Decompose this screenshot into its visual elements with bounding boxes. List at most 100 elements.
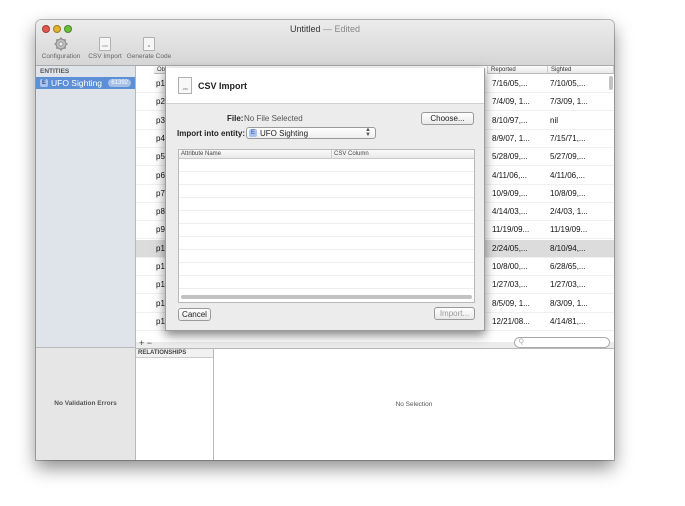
- column-header-csv-column[interactable]: CSV Column: [331, 150, 369, 159]
- relationships-header: RELATIONSHIPS: [136, 349, 213, 358]
- configuration-label: Configuration: [41, 53, 81, 60]
- entity-count-badge: 61392: [108, 79, 131, 87]
- cell-sighted: 7/10/05,...: [550, 79, 586, 88]
- cell-reported: 7/16/05,...: [492, 79, 528, 88]
- cell-reported: 10/8/00,...: [492, 262, 528, 271]
- mapping-row[interactable]: [179, 276, 474, 289]
- cell-sighted: 8/3/09, 1...: [550, 298, 588, 308]
- mapping-row[interactable]: [179, 224, 474, 237]
- cell-obj: p4: [156, 133, 165, 143]
- cell-obj: p1: [156, 280, 165, 290]
- mapping-table-scrollbar[interactable]: [181, 295, 472, 299]
- relationships-list[interactable]: RELATIONSHIPS: [136, 349, 214, 460]
- code-file-icon: M: [143, 37, 155, 51]
- cell-reported: 4/11/06,...: [492, 170, 527, 180]
- cell-obj: p6: [156, 170, 165, 180]
- cell-reported: 8/9/07, 1...: [492, 133, 530, 143]
- configuration-button[interactable]: Configuration: [38, 37, 84, 65]
- entity-icon: E: [40, 79, 48, 87]
- cell-obj: p8: [156, 207, 165, 217]
- cell-sighted: 4/11/06,...: [550, 170, 585, 180]
- no-selection-label: No Selection: [395, 401, 433, 408]
- no-validation-errors: No Validation Errors: [54, 400, 117, 407]
- cell-sighted: 7/3/09, 1...: [550, 97, 588, 107]
- cell-obj: p7: [156, 188, 165, 198]
- cell-obj: p1: [156, 316, 165, 326]
- title-bar: Untitled — Edited Configuration CSV CSV …: [36, 20, 614, 66]
- cancel-button[interactable]: Cancel: [178, 308, 211, 321]
- search-icon: Q: [519, 339, 524, 345]
- sidebar-item-ufo-sighting[interactable]: E UFO Sighting 61392: [36, 77, 135, 89]
- entity-select[interactable]: E UFO Sighting ▲ ▼: [246, 127, 376, 139]
- csv-import-sheet: .csv CSV Import File: No File Selected C…: [165, 68, 485, 331]
- generate-code-button[interactable]: M Generate Code: [126, 37, 172, 65]
- mapping-row[interactable]: [179, 237, 474, 250]
- search-input[interactable]: Q: [514, 337, 610, 348]
- window-title-text: Untitled: [289, 24, 321, 34]
- sheet-title: CSV Import: [198, 81, 248, 91]
- mapping-row[interactable]: [179, 211, 474, 224]
- mapping-row[interactable]: [179, 185, 474, 198]
- file-value: No File Selected: [244, 114, 303, 123]
- column-header-attribute-name[interactable]: Attribute Name: [181, 150, 221, 159]
- cell-sighted: 2/4/03, 1...: [550, 207, 588, 217]
- mapping-table-header: Attribute Name CSV Column: [179, 150, 474, 159]
- gear-icon: [54, 37, 68, 51]
- choose-file-button[interactable]: Choose...: [421, 112, 474, 125]
- cell-reported: 8/10/97,...: [492, 115, 528, 125]
- cell-reported: 4/14/03,...: [492, 207, 528, 217]
- generate-code-label: Generate Code: [126, 53, 172, 60]
- cell-obj: p5: [156, 152, 165, 162]
- mapping-row[interactable]: [179, 159, 474, 172]
- cell-sighted: 1/27/03,...: [550, 280, 586, 290]
- mapping-row[interactable]: [179, 263, 474, 276]
- csv-icon-text: CSV: [101, 44, 109, 48]
- mapping-row[interactable]: [179, 198, 474, 211]
- mapping-row[interactable]: [179, 250, 474, 263]
- cell-reported: 7/4/09, 1...: [492, 97, 530, 107]
- cell-sighted: 11/19/09...: [550, 225, 588, 235]
- cell-obj: p9: [156, 225, 165, 235]
- entities-sidebar: ENTITIES E UFO Sighting 61392: [36, 66, 136, 347]
- cell-sighted: nil: [550, 115, 559, 125]
- cell-sighted: 10/8/09,...: [550, 188, 586, 198]
- cell-reported: 5/28/09,...: [492, 152, 528, 162]
- attribute-mapping-table[interactable]: Attribute Name CSV Column: [178, 149, 475, 303]
- csv-file-icon: CSV: [99, 37, 111, 51]
- column-header-sighted[interactable]: Sighted: [548, 66, 614, 74]
- entities-header: ENTITIES: [40, 68, 70, 75]
- cell-reported: 2/24/05,...: [492, 243, 528, 253]
- updown-arrows-icon: ▲ ▼: [365, 127, 371, 138]
- import-button[interactable]: Import...: [434, 307, 475, 320]
- cell-obj: p1: [156, 262, 165, 271]
- validation-panel: No Validation Errors: [36, 347, 136, 460]
- csv-file-icon: .csv: [178, 77, 192, 94]
- add-remove-buttons[interactable]: + −: [139, 338, 152, 348]
- cell-reported: 11/19/09...: [492, 225, 530, 235]
- cell-obj: p1: [156, 79, 165, 88]
- cell-obj: p1: [156, 298, 165, 308]
- entity-icon: E: [249, 129, 257, 137]
- code-icon-text: M: [147, 44, 151, 48]
- cell-obj: p1: [156, 243, 165, 253]
- cell-sighted: 6/28/65,...: [550, 262, 586, 271]
- cell-reported: 12/21/08...: [492, 316, 530, 326]
- cell-reported: 8/5/09, 1...: [492, 298, 530, 308]
- column-header-reported[interactable]: Reported: [488, 66, 548, 74]
- edited-indicator: — Edited: [323, 24, 361, 34]
- csv-import-button[interactable]: CSV CSV Import: [86, 37, 124, 65]
- cell-sighted: 7/15/71,...: [550, 133, 586, 143]
- csv-import-label: CSV Import: [88, 53, 122, 60]
- window-title: Untitled — Edited: [36, 24, 614, 34]
- entity-name: UFO Sighting: [51, 78, 103, 88]
- sheet-header: .csv CSV Import: [166, 68, 484, 104]
- cell-sighted: 4/14/81,...: [550, 316, 586, 326]
- import-entity-label: Import into entity:: [177, 129, 245, 138]
- file-label: File:: [227, 114, 244, 123]
- cell-reported: 10/9/09,...: [492, 188, 528, 198]
- cell-sighted: 8/10/94,...: [550, 243, 586, 253]
- relationships-panel: RELATIONSHIPS No Selection: [136, 348, 614, 460]
- cell-sighted: 5/27/09,...: [550, 152, 586, 162]
- mapping-row[interactable]: [179, 172, 474, 185]
- cell-obj: p2: [156, 97, 165, 107]
